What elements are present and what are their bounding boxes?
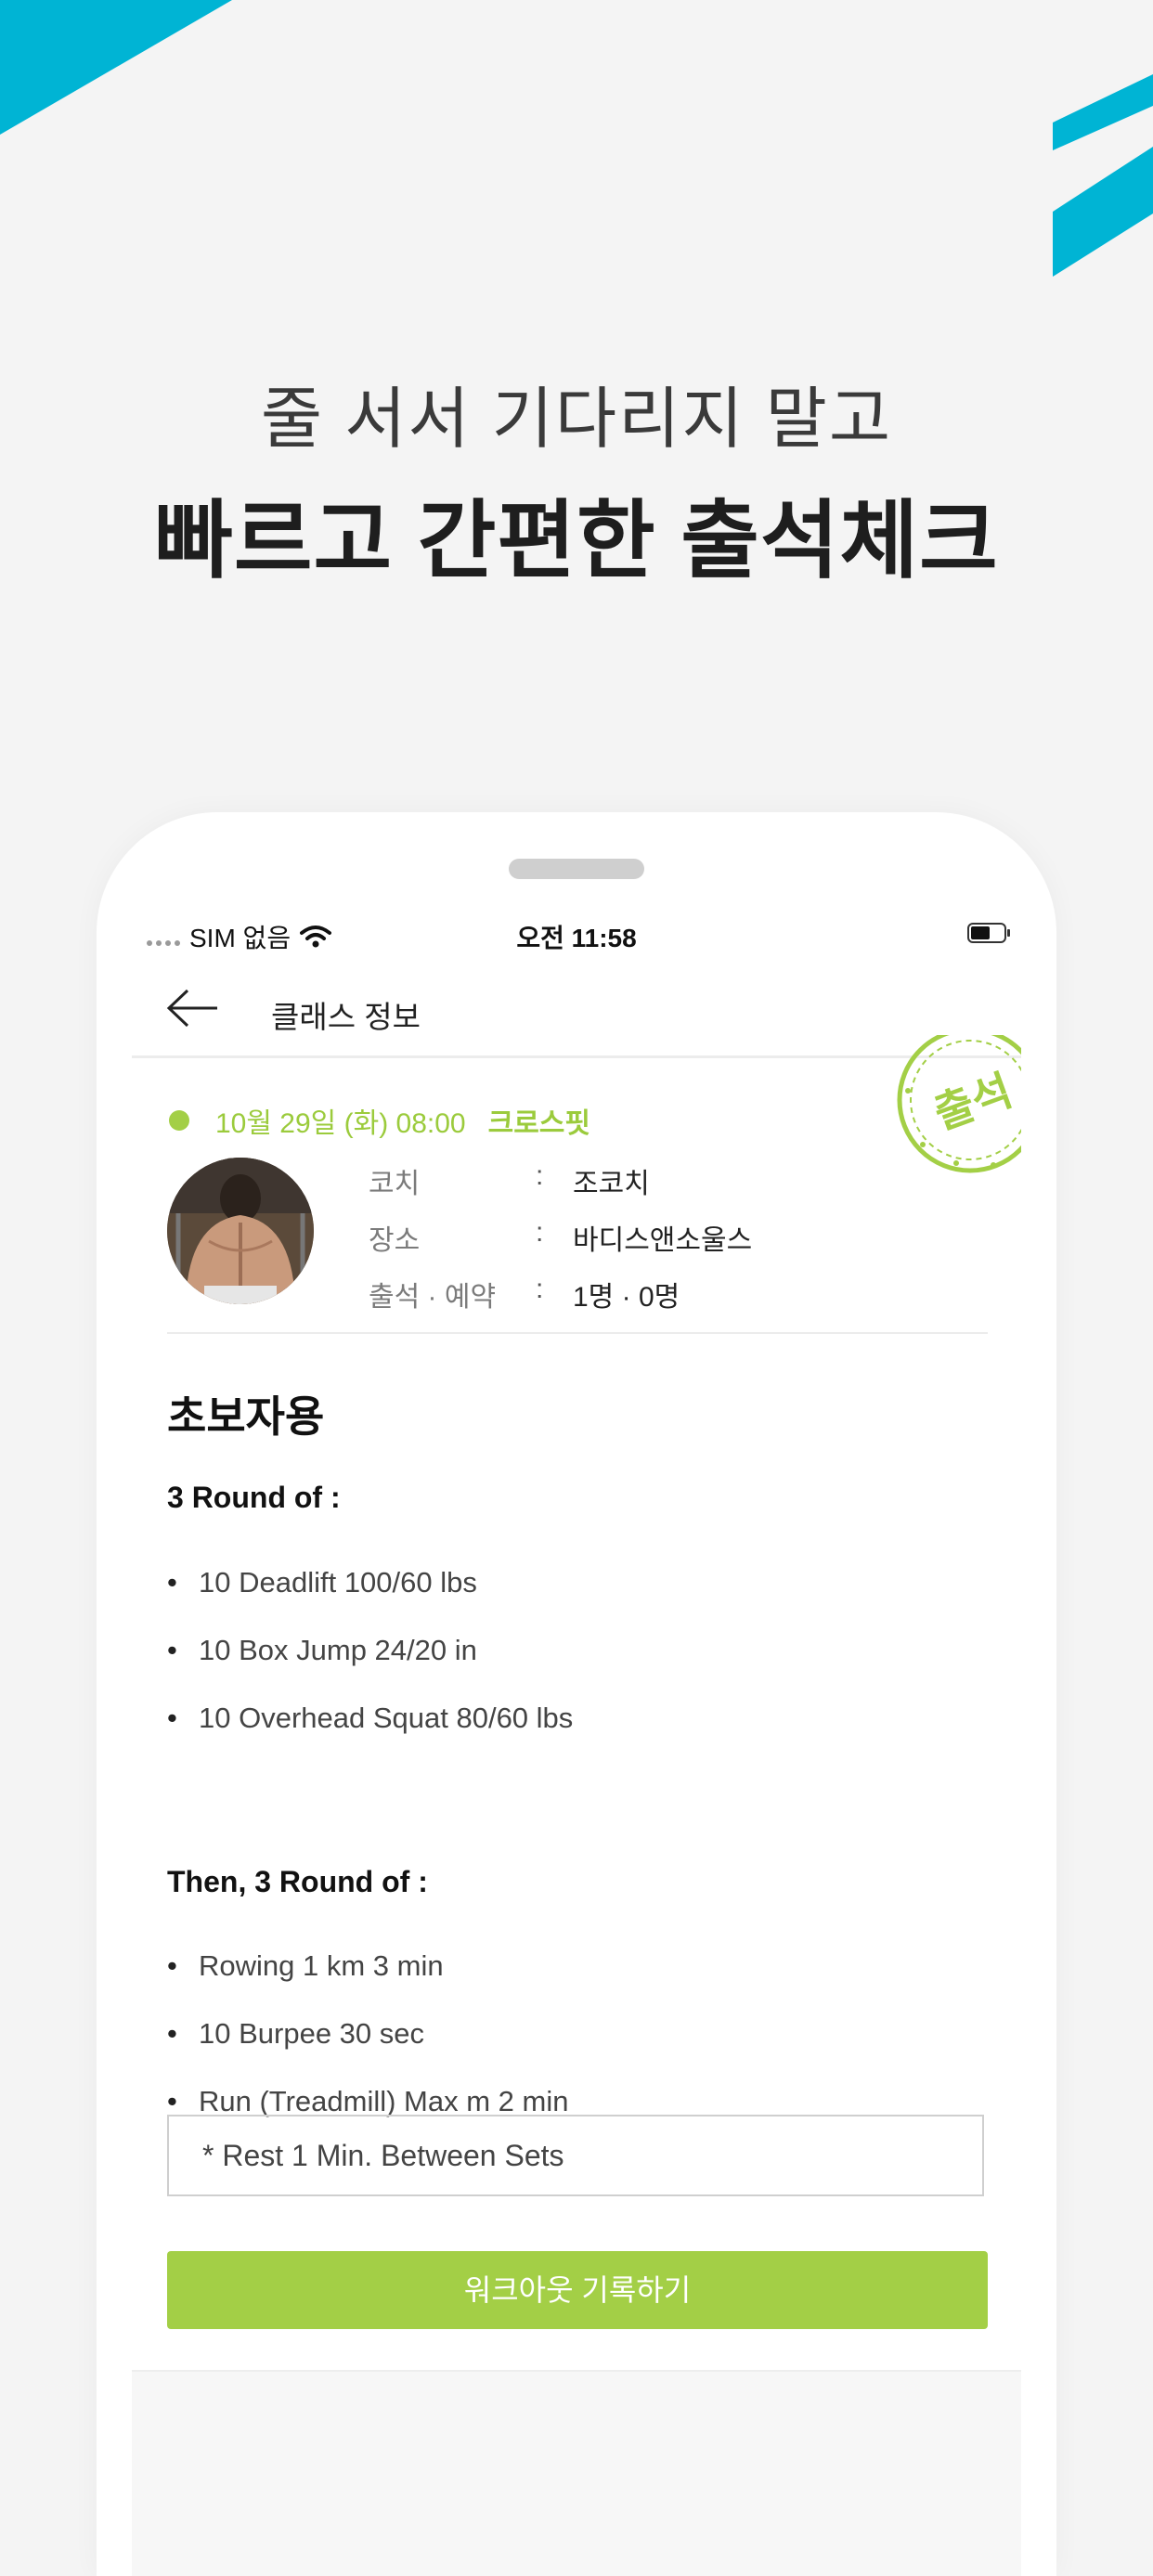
workout-note: * Rest 1 Min. Between Sets xyxy=(167,2115,984,2196)
stamp-label: 출석 xyxy=(927,1065,1018,1139)
workout-section-heading: 3 Round of : xyxy=(167,1481,341,1514)
info-value: 1명 · 0명 xyxy=(573,1282,680,1313)
status-time: 오전 11:58 xyxy=(516,924,637,952)
workout-list-1: • 10 Deadlift 100/60 lbs • 10 Box Jump 24/… xyxy=(167,1566,573,1769)
headline-line-1: 줄 서서 기다리지 말고 xyxy=(260,382,893,457)
info-key: 장소 xyxy=(369,1225,421,1256)
class-date-row: 10월 29일 (화) 08:00 크로스핏 xyxy=(169,1100,590,1141)
class-date: 10월 29일 (화) 08:00 xyxy=(215,1108,466,1139)
list-item: • 10 Burpee 30 sec xyxy=(167,2017,425,2050)
workout-section-heading: Then, 3 Round of : xyxy=(167,1865,428,1898)
phone-speaker xyxy=(509,859,644,879)
list-item: • 10 Overhead Squat 80/60 lbs xyxy=(167,1702,574,1734)
list-item: • 10 Deadlift 100/60 lbs xyxy=(167,1566,477,1599)
decorative-stripe-top-right xyxy=(1053,74,1153,277)
avatar xyxy=(167,1158,314,1304)
battery-icon xyxy=(967,923,1010,943)
decorative-stripe-top-left xyxy=(0,0,232,135)
info-key: 코치 xyxy=(369,1169,421,1199)
record-workout-button[interactable]: 워크아웃 기록하기 xyxy=(167,2251,988,2329)
list-item: • 10 Box Jump 24/20 in xyxy=(167,1634,477,1666)
info-colon: : xyxy=(536,1217,544,1248)
attendance-stamp-icon: 출석 xyxy=(897,1035,1021,1173)
info-key: 출석 · 예약 xyxy=(369,1282,497,1313)
phone-frame: SIM 없음 오전 11:58 클래스 정보 10월 29일 (화) 08:00… xyxy=(97,812,1056,2576)
class-info-table: 코치 : 조코치 장소 : 바디스앤소울스 출석 · 예약 : 1명 · 0명 xyxy=(369,1160,752,1330)
status-bar: SIM 없음 오전 11:58 xyxy=(132,905,1021,963)
headline-line-2: 빠르고 간편한 출석체크 xyxy=(154,494,999,589)
info-value: 조코치 xyxy=(573,1169,650,1199)
info-colon: : xyxy=(536,1160,544,1191)
page-title: 클래스 정보 xyxy=(271,1000,421,1034)
list-item: • Rowing 1 km 3 min xyxy=(167,1949,444,1982)
info-row-location: 장소 : 바디스앤소울스 xyxy=(369,1217,752,1274)
info-row-coach: 코치 : 조코치 xyxy=(369,1160,752,1217)
info-row-attendance: 출석 · 예약 : 1명 · 0명 xyxy=(369,1274,752,1330)
avatar-image xyxy=(167,1158,314,1304)
app-screen: SIM 없음 오전 11:58 클래스 정보 10월 29일 (화) 08:00… xyxy=(132,905,1021,2576)
arrow-left-icon[interactable] xyxy=(165,987,221,1029)
info-value: 바디스앤소울스 xyxy=(573,1225,753,1256)
divider xyxy=(167,1332,988,1334)
info-colon: : xyxy=(536,1274,544,1304)
status-dot xyxy=(169,1110,189,1131)
bottom-area xyxy=(132,2370,1021,2576)
class-type: 크로스핏 xyxy=(487,1108,591,1139)
workout-title: 초보자용 xyxy=(167,1392,325,1441)
